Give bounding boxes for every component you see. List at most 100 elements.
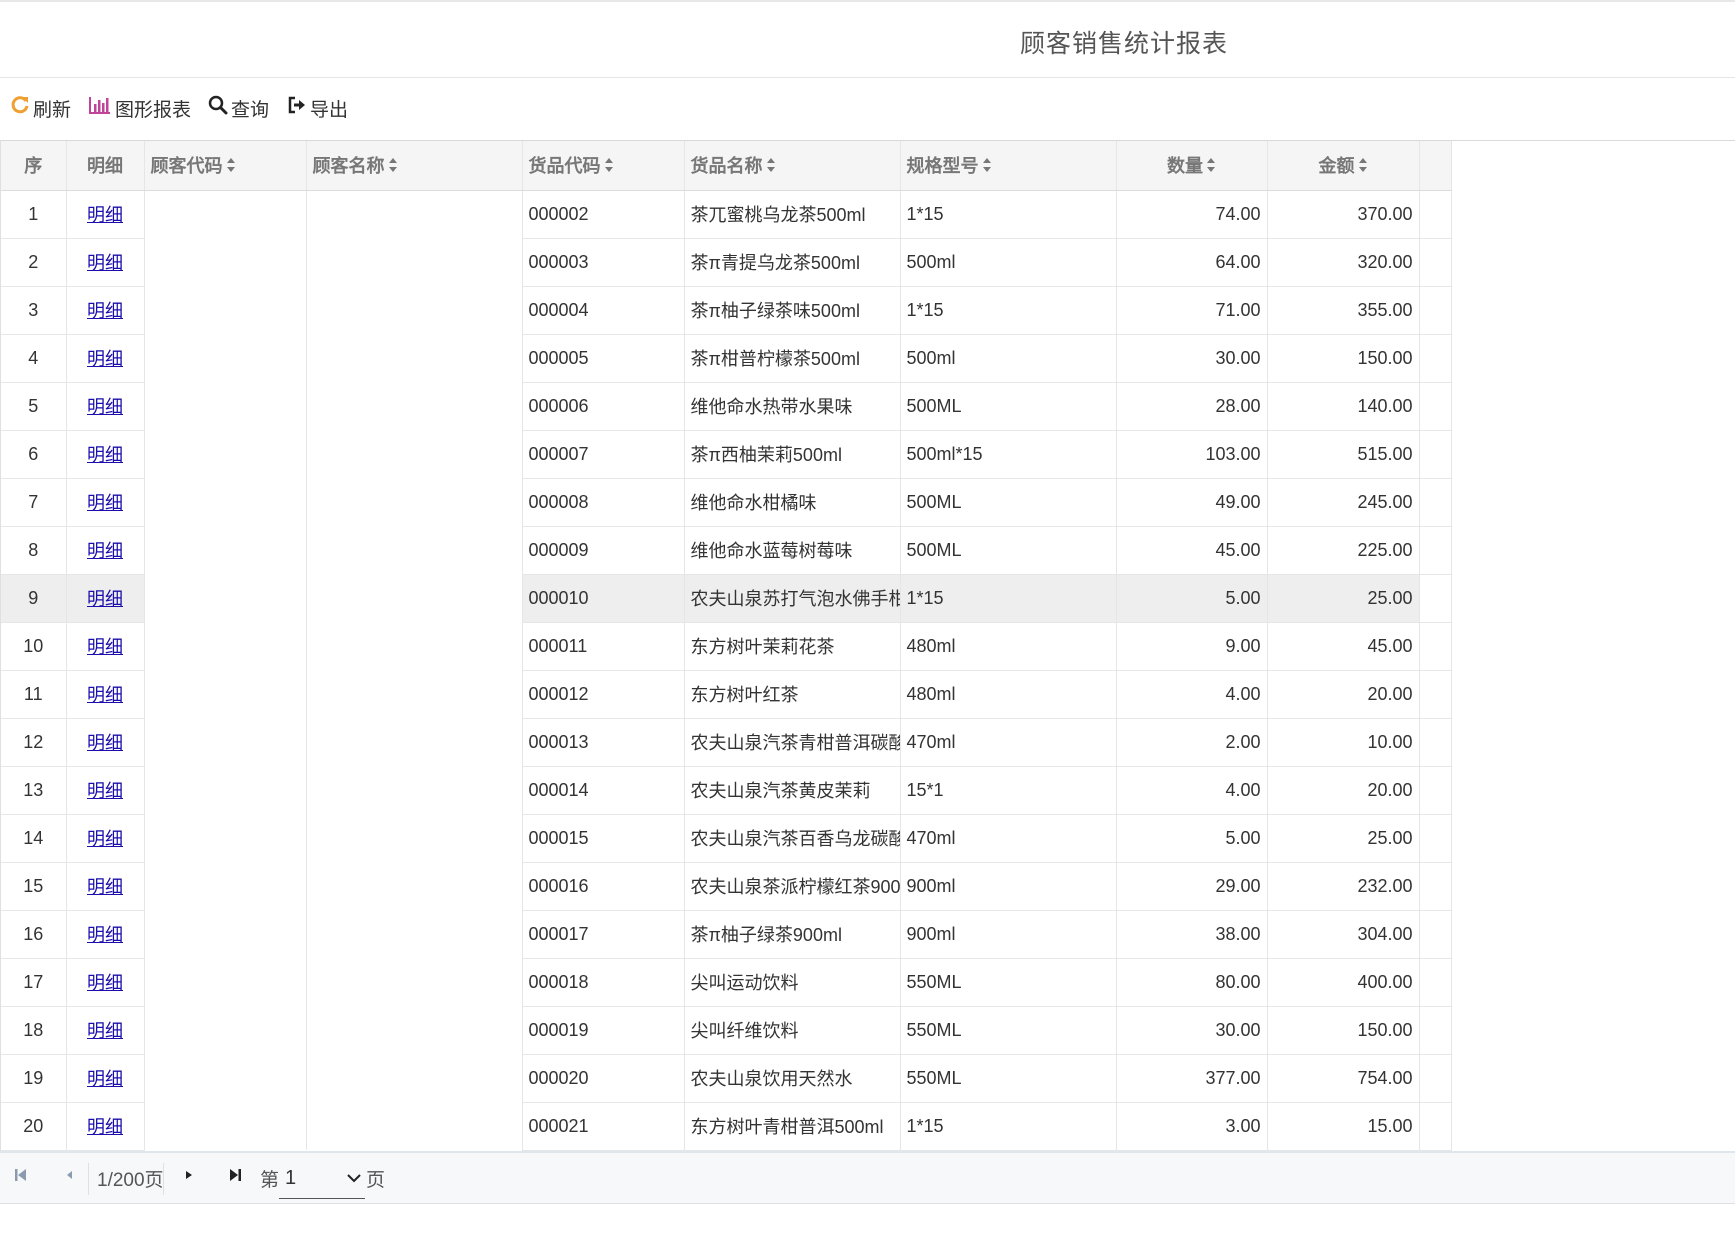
export-label: 导出 <box>310 99 349 121</box>
table-row: 9 明细 000010 农夫山泉苏打气泡水佛手柑 1*15 5.00 25.00 <box>1 574 1452 623</box>
cell-product-code: 000017 <box>522 910 685 959</box>
detail-link[interactable]: 明细 <box>87 685 123 705</box>
detail-link[interactable]: 明细 <box>87 541 123 561</box>
detail-link[interactable]: 明细 <box>87 1117 123 1137</box>
detail-link[interactable]: 明细 <box>87 589 123 609</box>
detail-link[interactable]: 明细 <box>87 781 123 801</box>
cell-product-name: 尖叫纤维饮料 <box>684 1006 901 1055</box>
cell-spacer <box>1419 958 1452 1007</box>
cell-customer-name <box>306 622 523 670</box>
header-amount[interactable]: 金额 <box>1267 141 1420 191</box>
header-quantity[interactable]: 数量 <box>1116 141 1268 191</box>
detail-link[interactable]: 明细 <box>87 733 123 753</box>
table-row: 1 明细 000002 茶兀蜜桃乌龙茶500ml 1*15 74.00 370.00 <box>1 190 1452 239</box>
cell-seq: 16 <box>1 910 67 959</box>
detail-link[interactable]: 明细 <box>87 925 123 945</box>
cell-product-name: 尖叫运动饮料 <box>684 958 901 1007</box>
header-product-name[interactable]: 货品名称 <box>684 141 901 191</box>
query-button[interactable]: 查询 <box>208 93 269 123</box>
search-icon <box>208 95 231 121</box>
table-row: 10 明细 000011 东方树叶茉莉花茶 480ml 9.00 45.00 <box>1 622 1452 671</box>
detail-link[interactable]: 明细 <box>87 829 123 849</box>
detail-link[interactable]: 明细 <box>87 397 123 417</box>
cell-detail: 明细 <box>66 334 145 383</box>
header-spec[interactable]: 规格型号 <box>900 141 1117 191</box>
prev-page-button[interactable] <box>64 1153 74 1203</box>
detail-link[interactable]: 明细 <box>87 445 123 465</box>
page-info: 1/200页 <box>97 1169 164 1191</box>
cell-product-code: 000016 <box>522 862 685 911</box>
header-seq: 序 <box>1 141 67 191</box>
export-button[interactable]: 导出 <box>287 93 348 123</box>
cell-spacer <box>1419 1006 1452 1055</box>
cell-product-name: 茶π柑普柠檬茶500ml <box>684 334 901 383</box>
sort-icon <box>766 157 776 178</box>
cell-detail: 明细 <box>66 766 145 815</box>
cell-customer-code <box>144 382 307 430</box>
cell-product-name: 茶π青提乌龙茶500ml <box>684 238 901 287</box>
cell-product-name: 农夫山泉茶派柠檬红茶900 <box>684 862 901 911</box>
detail-link[interactable]: 明细 <box>87 205 123 225</box>
header-customer-name[interactable]: 顾客名称 <box>306 141 523 191</box>
detail-link[interactable]: 明细 <box>87 349 123 369</box>
page-suffix: 页 <box>366 1169 386 1191</box>
cell-amount: 140.00 <box>1267 382 1420 431</box>
detail-link[interactable]: 明细 <box>87 1069 123 1089</box>
cell-seq: 6 <box>1 430 67 479</box>
detail-link[interactable]: 明细 <box>87 301 123 321</box>
cell-customer-name <box>306 478 523 526</box>
chart-report-button[interactable]: 图形报表 <box>88 93 191 123</box>
cell-customer-name <box>306 430 523 478</box>
cell-spacer <box>1419 766 1452 815</box>
detail-link[interactable]: 明细 <box>87 637 123 657</box>
header-product-code[interactable]: 货品代码 <box>522 141 685 191</box>
table-row: 18 明细 000019 尖叫纤维饮料 550ML 30.00 150.00 <box>1 1006 1452 1055</box>
cell-spacer <box>1419 622 1452 671</box>
cell-seq: 18 <box>1 1006 67 1055</box>
cell-seq: 1 <box>1 190 67 239</box>
header-customer-code[interactable]: 顾客代码 <box>144 141 307 191</box>
cell-customer-name <box>306 766 523 814</box>
cell-quantity: 4.00 <box>1116 670 1268 719</box>
refresh-button[interactable]: 刷新 <box>10 93 71 123</box>
next-page-button[interactable] <box>184 1153 194 1203</box>
cell-spacer <box>1419 382 1452 431</box>
cell-product-name: 农夫山泉苏打气泡水佛手柑 <box>684 574 901 623</box>
first-page-button[interactable] <box>14 1153 28 1203</box>
cell-amount: 232.00 <box>1267 862 1420 911</box>
cell-spec: 1*15 <box>900 1102 1117 1151</box>
table-row: 16 明细 000017 茶π柚子绿茶900ml 900ml 38.00 304.00 <box>1 910 1452 959</box>
cell-spec: 900ml <box>900 910 1117 959</box>
cell-spacer <box>1419 718 1452 767</box>
cell-customer-name <box>306 958 523 1006</box>
cell-spacer <box>1419 670 1452 719</box>
detail-link[interactable]: 明细 <box>87 493 123 513</box>
cell-amount: 370.00 <box>1267 190 1420 239</box>
cell-spec: 470ml <box>900 718 1117 767</box>
cell-quantity: 5.00 <box>1116 574 1268 623</box>
cell-customer-code <box>144 1054 307 1102</box>
detail-link[interactable]: 明细 <box>87 253 123 273</box>
cell-amount: 150.00 <box>1267 334 1420 383</box>
page-select[interactable]: 1 <box>279 1159 365 1199</box>
cell-spacer <box>1419 814 1452 863</box>
cell-amount: 150.00 <box>1267 1006 1420 1055</box>
cell-seq: 12 <box>1 718 67 767</box>
cell-seq: 20 <box>1 1102 67 1151</box>
cell-product-name: 茶兀蜜桃乌龙茶500ml <box>684 190 901 239</box>
cell-amount: 320.00 <box>1267 238 1420 287</box>
cell-spec: 500ML <box>900 382 1117 431</box>
cell-product-name: 农夫山泉汽茶青柑普洱碳酸 <box>684 718 901 767</box>
cell-amount: 225.00 <box>1267 526 1420 575</box>
detail-link[interactable]: 明细 <box>87 877 123 897</box>
last-page-button[interactable] <box>228 1153 242 1203</box>
detail-link[interactable]: 明细 <box>87 973 123 993</box>
page-title: 顾客销售统计报表 <box>1020 30 1229 58</box>
detail-link[interactable]: 明细 <box>87 1021 123 1041</box>
data-grid: 序 明细 顾客代码 顾客名称 货品代码 货品名称 规格型号 数量 金额 1 明细 0… <box>0 141 1735 1151</box>
page-select-value: 1 <box>285 1167 297 1189</box>
table-row: 20 明细 000021 东方树叶青柑普洱500ml 1*15 3.00 15.00 <box>1 1102 1452 1151</box>
cell-quantity: 4.00 <box>1116 766 1268 815</box>
cell-customer-name <box>306 1102 523 1150</box>
cell-seq: 9 <box>1 574 67 623</box>
